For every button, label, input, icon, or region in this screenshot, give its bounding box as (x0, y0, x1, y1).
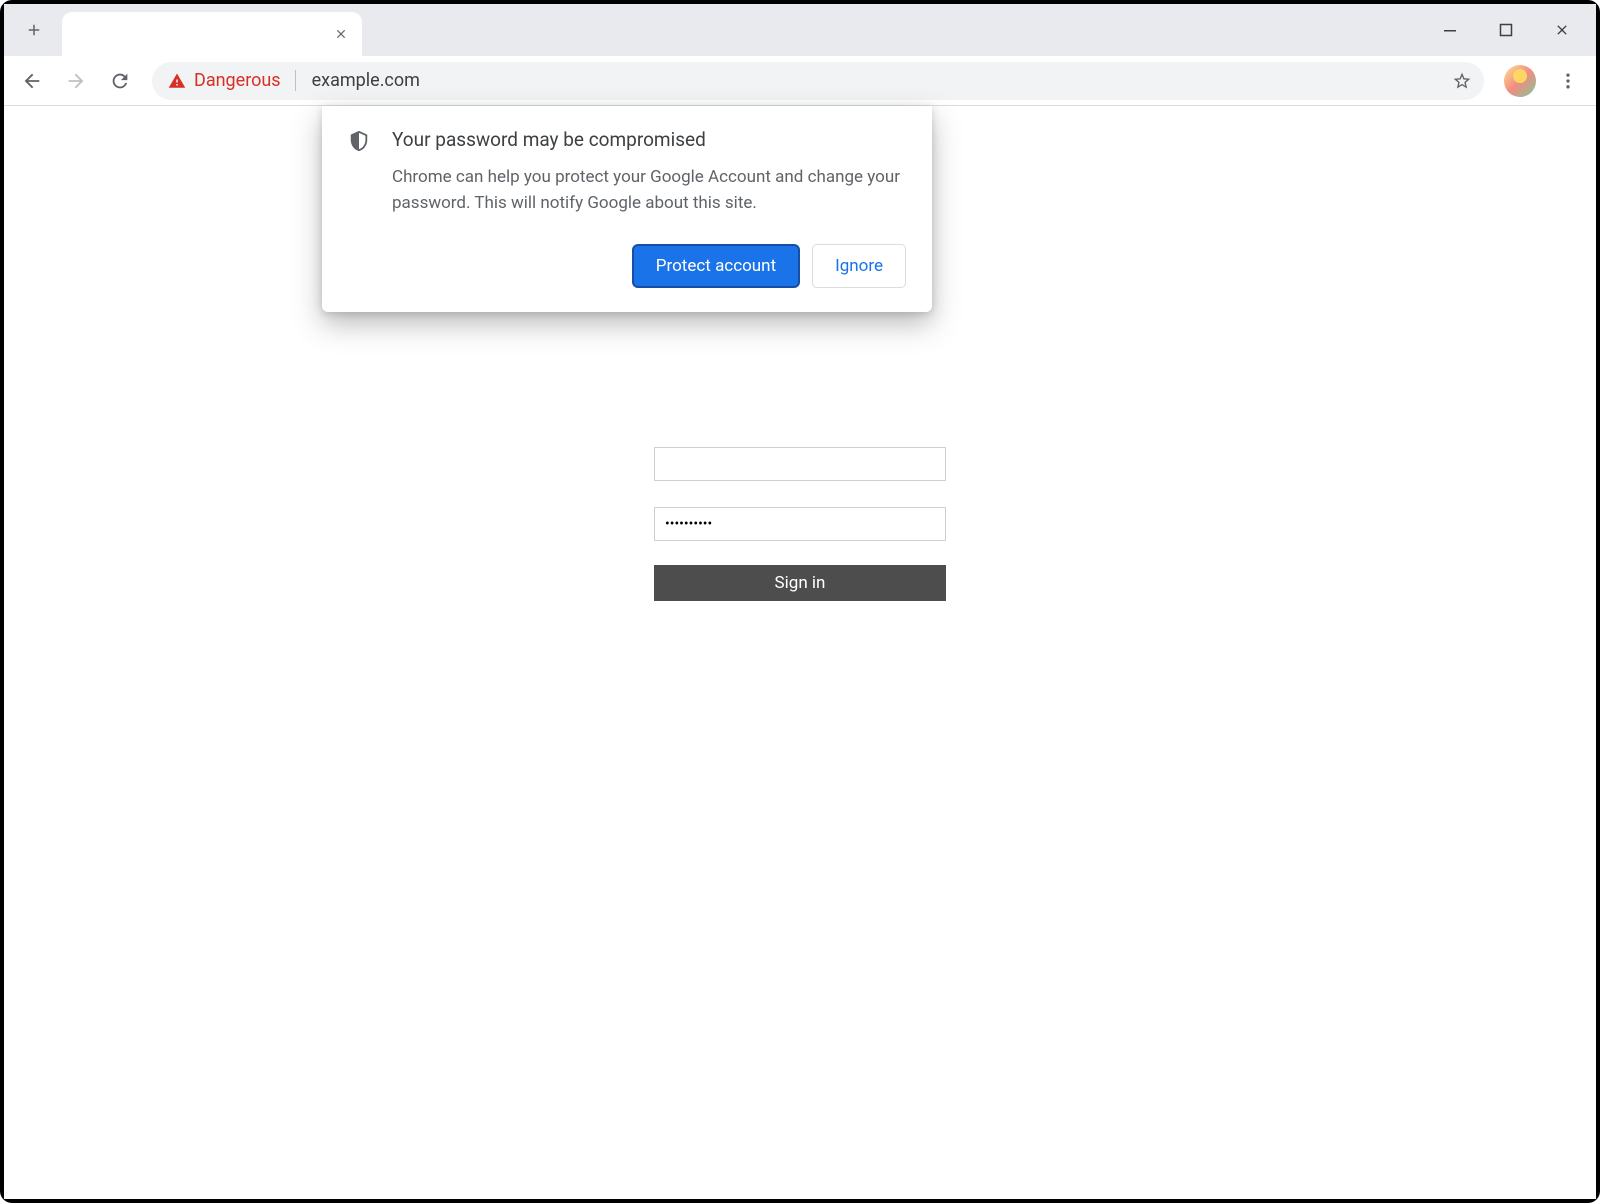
maximize-icon (1499, 23, 1513, 37)
arrow-right-icon (65, 70, 87, 92)
profile-avatar[interactable] (1504, 65, 1536, 97)
login-form: Sign in (654, 447, 946, 601)
toolbar: Dangerous example.com (4, 56, 1596, 106)
security-label: Dangerous (194, 70, 281, 91)
browser-tab[interactable] (62, 12, 362, 56)
omnibox[interactable]: Dangerous example.com (152, 62, 1484, 100)
url-display: example.com (306, 70, 420, 91)
warning-triangle-icon (168, 72, 186, 90)
minimize-icon (1443, 23, 1457, 37)
protect-account-button[interactable]: Protect account (632, 244, 800, 288)
tab-strip (4, 4, 1596, 56)
back-button[interactable] (12, 61, 52, 101)
password-input[interactable] (654, 507, 946, 541)
star-icon (1452, 71, 1472, 91)
reload-icon (109, 70, 131, 92)
new-tab-button[interactable] (12, 8, 56, 52)
reload-button[interactable] (100, 61, 140, 101)
arrow-left-icon (21, 70, 43, 92)
close-icon (1554, 22, 1570, 38)
password-warning-bubble: Your password may be compromised Chrome … (322, 106, 932, 312)
minimize-button[interactable] (1422, 10, 1478, 50)
tab-close-button[interactable] (332, 25, 350, 43)
browser-window: Dangerous example.com (4, 4, 1596, 1199)
close-window-button[interactable] (1534, 10, 1590, 50)
close-icon (334, 27, 348, 41)
forward-button[interactable] (56, 61, 96, 101)
bubble-description: Chrome can help you protect your Google … (392, 165, 906, 216)
shield-icon (348, 130, 370, 152)
username-input[interactable] (654, 447, 946, 481)
bookmark-button[interactable] (1446, 65, 1478, 97)
window-controls (1422, 4, 1590, 56)
bubble-title: Your password may be compromised (392, 128, 906, 151)
ignore-button[interactable]: Ignore (812, 244, 906, 288)
plus-icon (25, 21, 43, 39)
chrome-menu-button[interactable] (1548, 61, 1588, 101)
kebab-icon (1558, 71, 1578, 91)
maximize-button[interactable] (1478, 10, 1534, 50)
security-chip[interactable]: Dangerous (168, 70, 296, 91)
page-content: Your password may be compromised Chrome … (4, 106, 1596, 1199)
sign-in-button[interactable]: Sign in (654, 565, 946, 601)
